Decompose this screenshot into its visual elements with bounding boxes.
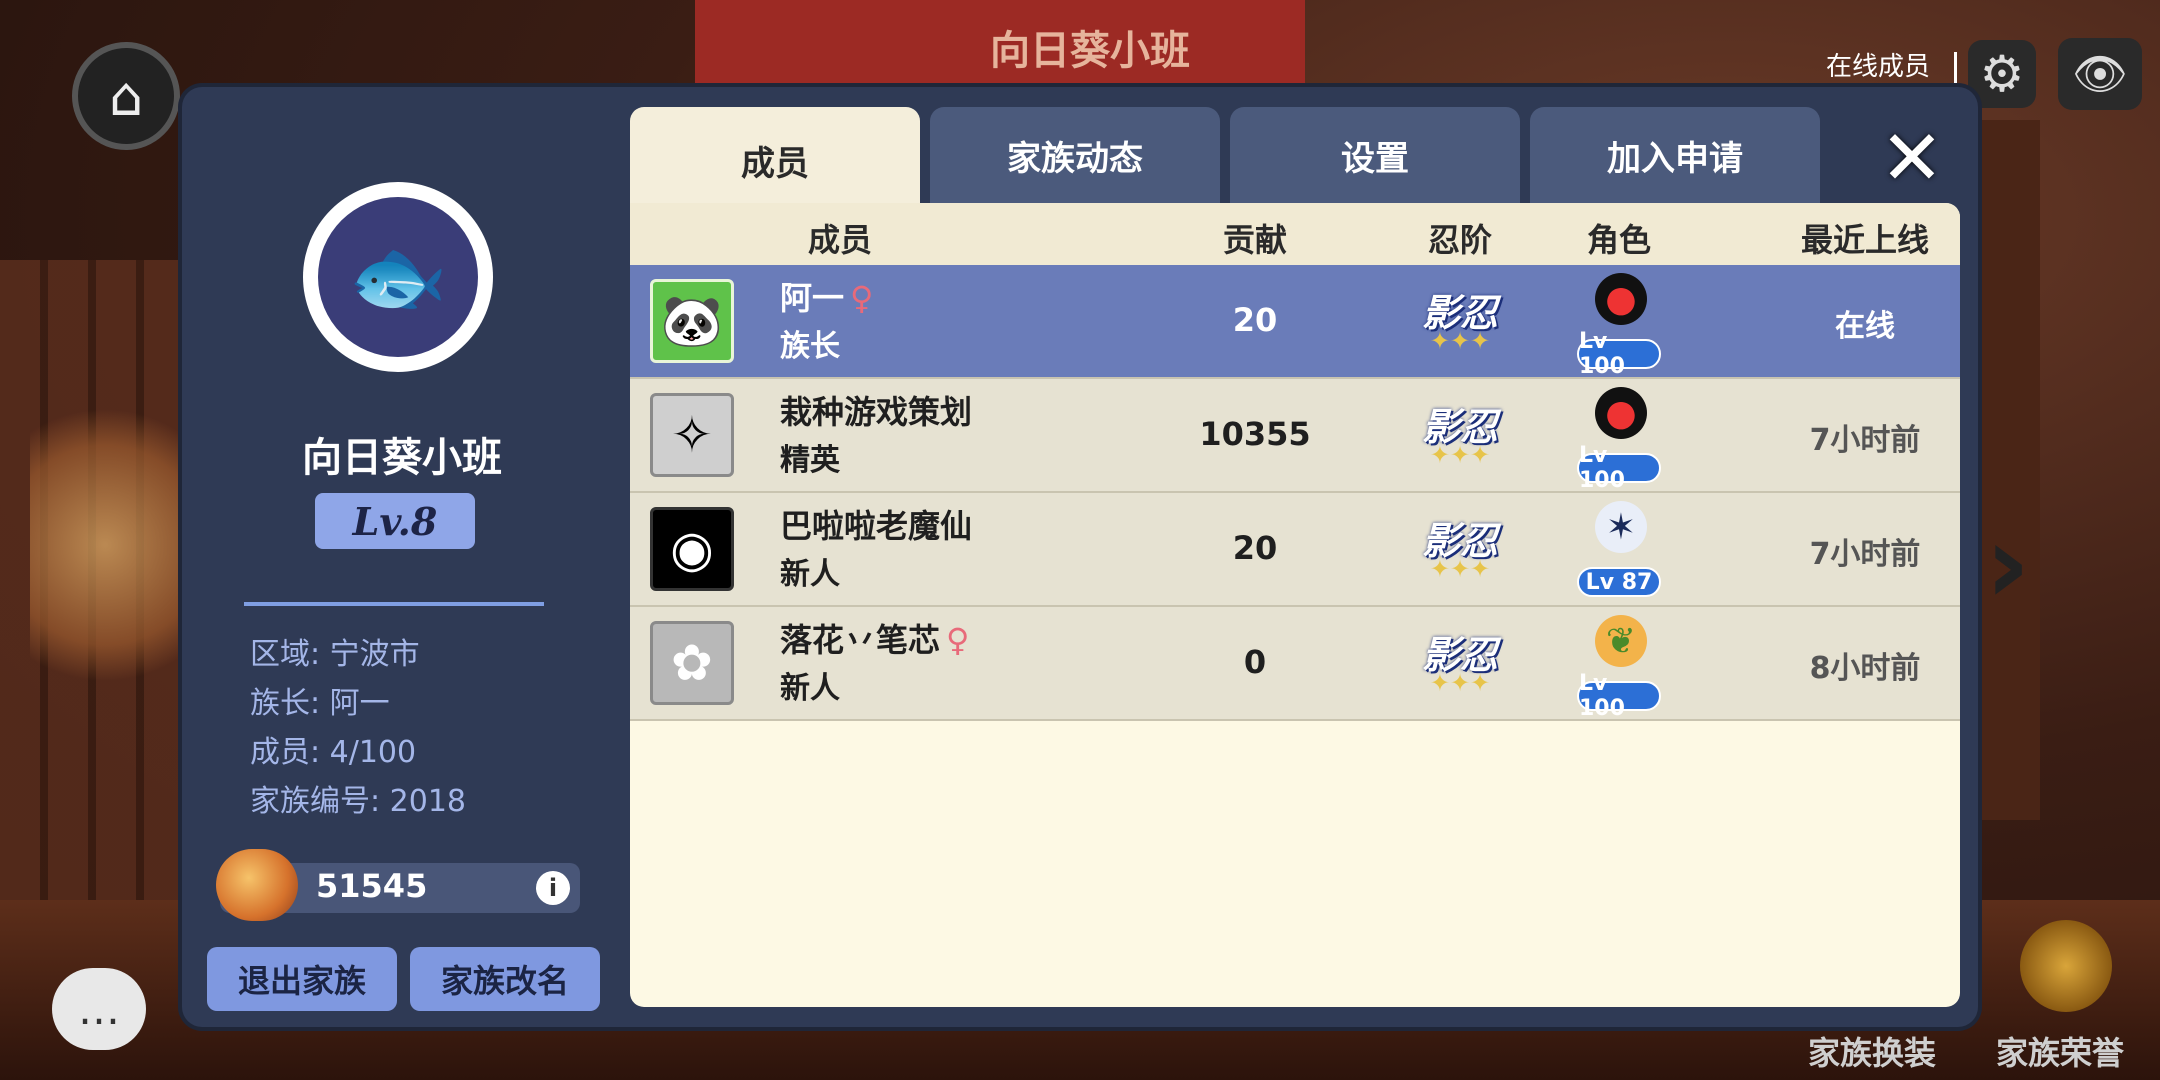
divider [244,602,544,606]
family-info-sidebar: 🐟 向日葵小班 Lv.8 区域: 宁波市 族长: 阿一 成员: 4/100 家族… [182,87,622,1027]
member-last-online: 7小时前 [1809,537,1921,572]
character-level-badge: Lv 100 [1577,329,1661,379]
header-last-online: 最近上线 [1800,221,1929,259]
tab-settings[interactable]: 设置 [1230,107,1520,203]
character-level-badge: Lv 87 [1577,567,1661,597]
header-contribution: 贡献 [1222,221,1287,259]
member-name: 栽种游戏策划 [780,393,973,431]
member-rank: 族长 [780,329,840,364]
family-panel: 🐟 向日葵小班 Lv.8 区域: 宁波市 族长: 阿一 成员: 4/100 家族… [182,87,1978,1027]
family-emblem: 🐟 [303,182,493,372]
table-row[interactable]: ◉ 巴啦啦老魔仙 新人 20 影忍 ✦✦✦ ✶ Lv 87 7小时前 [630,493,1960,607]
table-header: 成员 贡献 忍阶 角色 最近上线 [630,203,1960,265]
tab-family-news[interactable]: 家族动态 [930,107,1220,203]
table-row[interactable]: ✧ 栽种游戏策划 精英 10355 影忍 ✦✦✦ ● Lv 100 7小时前 [630,379,1960,493]
family-id: 家族编号: 2018 [250,784,466,819]
rename-family-button[interactable]: 家族改名 [410,947,600,1011]
header-character: 角色 [1586,221,1651,259]
member-name: 阿一 ♀ [780,279,874,317]
header-ninja-rank: 忍阶 [1427,221,1492,259]
trophy-icon[interactable] [2020,920,2112,1012]
member-table: 成员 贡献 忍阶 角色 最近上线 🐼 阿一 ♀ 族长 20 影忍 ✦✦✦ ● Lv… [630,203,1960,1007]
member-last-online: 7小时前 [1809,423,1921,458]
family-name: 向日葵小班 [302,435,502,481]
eye-icon[interactable]: 👁 [2058,38,2142,110]
character: ❦ Lv 100 [1577,615,1661,721]
banner-title: 向日葵小班 [990,28,1190,74]
fish-emblem-icon: 🐟 [318,197,478,357]
member-name: 巴啦啦老魔仙 [780,507,973,545]
family-member-count: 成员: 4/100 [250,735,417,770]
star-icon: ✦✦✦ [1429,327,1491,355]
spiky-hair-icon: ✶ [1595,501,1647,553]
chat-icon[interactable]: … [52,968,146,1050]
character: ✶ Lv 87 [1577,501,1661,599]
sketch-avatar-icon: ✧ [650,393,734,477]
quit-family-button[interactable]: 退出家族 [207,947,397,1011]
red-ninja-icon: ● [1595,273,1647,325]
character-level-badge: Lv 100 [1577,443,1661,493]
member-contribution: 10355 [1199,415,1311,453]
home-icon[interactable]: ⌂ [72,42,180,150]
panda-avatar-icon: 🐼 [650,279,734,363]
character: ● Lv 100 [1577,273,1661,379]
family-region: 区域: 宁波市 [250,637,420,672]
red-ninja-icon: ● [1595,387,1647,439]
gear-icon[interactable]: ⚙ [1968,40,2036,108]
header-member: 成员 [807,221,872,259]
orange-fruit-icon: ❦ [1595,615,1647,667]
female-icon: ♀ [850,279,874,317]
member-rank: 精英 [780,443,840,478]
character: ● Lv 100 [1577,387,1661,493]
member-contribution: 0 [1243,643,1267,681]
tab-join-requests[interactable]: 加入申请 [1530,107,1820,203]
family-funds-value: 51545 [316,867,428,905]
character-level-badge: Lv 100 [1577,671,1661,721]
member-rank: 新人 [780,557,840,592]
chevron-right-icon[interactable]: › [1985,500,2030,628]
member-name: 落花丷笔芯 ♀ [780,621,970,659]
info-icon[interactable]: i [536,871,570,905]
table-row[interactable]: 🐼 阿一 ♀ 族长 20 影忍 ✦✦✦ ● Lv 100 在线 [630,265,1960,379]
female-icon: ♀ [946,621,970,659]
member-last-online: 8小时前 [1809,651,1921,686]
wooden-post [1970,120,2040,820]
family-level-badge: Lv.8 [315,493,475,549]
table-row[interactable]: ✿ 落花丷笔芯 ♀ 新人 0 影忍 ✦✦✦ ❦ Lv 100 8小时前 [630,607,1960,721]
paper-lantern [30,380,180,710]
money-bag-icon [216,849,298,921]
member-contribution: 20 [1232,529,1278,567]
star-icon: ✦✦✦ [1429,441,1491,469]
star-icon: ✦✦✦ [1429,669,1491,697]
eye-avatar-icon: ◉ [650,507,734,591]
flower-avatar-icon: ✿ [650,621,734,705]
family-honor-label[interactable]: 家族荣誉 [1996,1028,2124,1074]
member-contribution: 20 [1232,301,1278,339]
star-icon: ✦✦✦ [1429,555,1491,583]
close-icon[interactable]: ✕ [1872,113,1952,202]
divider [1954,52,1957,88]
family-leader: 族长: 阿一 [250,686,390,721]
member-rank: 新人 [780,671,840,706]
online-members-label[interactable]: 在线成员 [1826,46,1930,83]
member-last-online: 在线 [1835,309,1895,344]
tab-members[interactable]: 成员 [630,107,920,213]
family-outfit-label[interactable]: 家族换装 [1808,1028,1936,1074]
